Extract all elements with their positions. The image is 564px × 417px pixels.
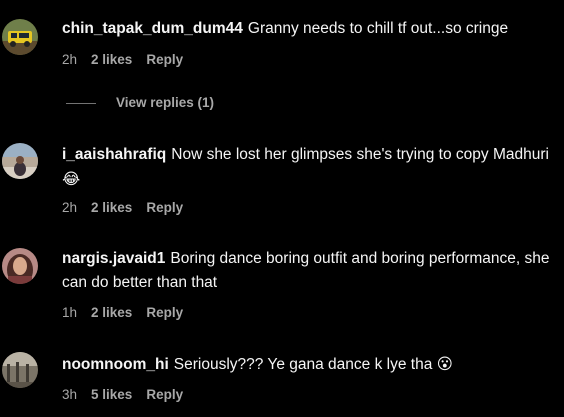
comment-meta: 2h 2 likes Reply	[62, 52, 197, 67]
comment-text: noomnoom_hi Seriously??? Ye gana dance k …	[62, 352, 552, 377]
comment-likes[interactable]: 2 likes	[91, 52, 132, 67]
comment-time: 3h	[62, 387, 78, 402]
divider-line	[66, 102, 96, 104]
comment-meta: 2h 2 likes Reply	[62, 200, 197, 215]
reply-button[interactable]: Reply	[146, 200, 183, 215]
avatar[interactable]	[2, 19, 38, 55]
comment-body: Now she lost her glimpses she's trying t…	[171, 146, 549, 163]
comment-time: 2h	[62, 200, 78, 215]
reply-button[interactable]: Reply	[146, 305, 183, 320]
comment-likes[interactable]: 2 likes	[91, 305, 132, 320]
reply-button[interactable]: Reply	[146, 387, 183, 402]
view-replies-button[interactable]: View replies (1)	[66, 95, 214, 110]
view-replies-label: View replies (1)	[116, 95, 215, 110]
laughing-emoji-icon: 😂	[62, 170, 81, 188]
comment-likes[interactable]: 2 likes	[91, 200, 132, 215]
comment-text: chin_tapak_dum_dum44 Granny needs to chil…	[62, 17, 552, 41]
comment-time: 2h	[62, 52, 78, 67]
comment-meta: 1h 2 likes Reply	[62, 305, 197, 320]
avatar[interactable]	[2, 143, 38, 179]
comment-username[interactable]: noomnoom_hi	[62, 356, 169, 373]
comment-username[interactable]: i_aaishahrafiq	[62, 146, 166, 163]
comment-body: Granny needs to chill tf out...so cringe	[247, 20, 509, 37]
comment-username[interactable]: chin_tapak_dum_dum44	[62, 20, 243, 37]
comment-likes[interactable]: 5 likes	[91, 387, 132, 402]
comment-body: Seriously??? Ye gana dance k lye tha	[173, 356, 433, 373]
avatar[interactable]	[2, 352, 38, 388]
surprised-emoji-icon: 😮	[436, 355, 453, 373]
avatar[interactable]	[2, 248, 38, 284]
comment-text: i_aaishahrafiq Now she lost her glimpses …	[62, 143, 552, 192]
reply-button[interactable]: Reply	[146, 52, 183, 67]
comment-meta: 3h 5 likes Reply	[62, 387, 197, 402]
comment-text: nargis.javaid1 Boring dance boring outfit…	[62, 247, 552, 295]
comment-username[interactable]: nargis.javaid1	[62, 250, 165, 267]
comment-time: 1h	[62, 305, 78, 320]
